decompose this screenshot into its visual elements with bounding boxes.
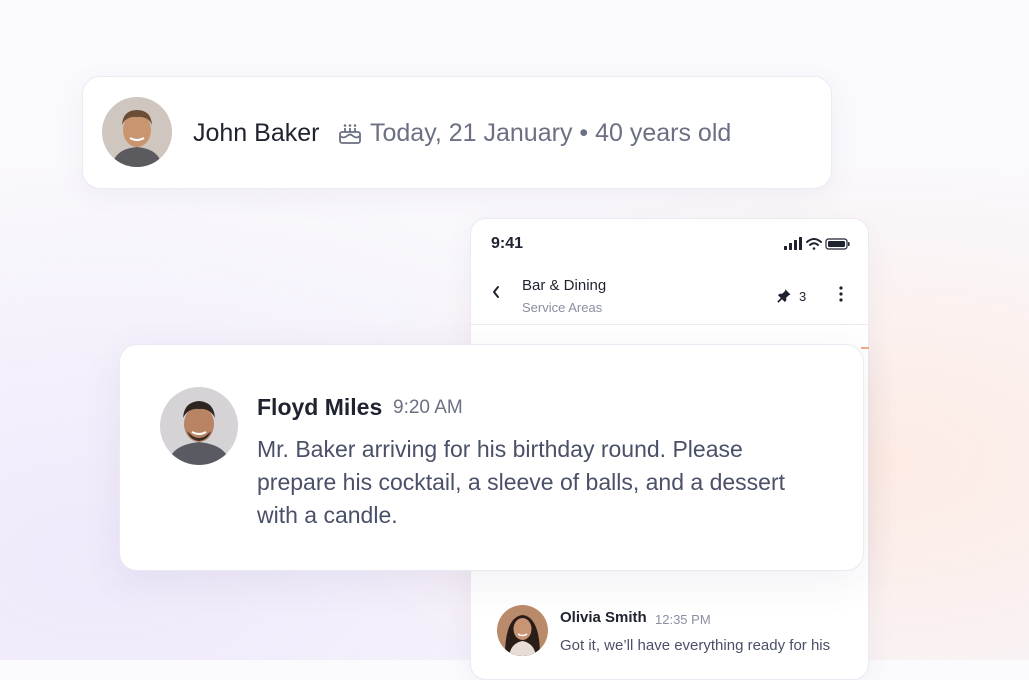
birthday-card: John Baker Today, 21 January • 40 years … [82,76,832,189]
message-text: Got it, we’ll have everything ready for … [560,637,831,654]
message-time: 12:35 PM [655,612,711,627]
message-text: Mr. Baker arriving for his birthday roun… [257,436,786,528]
wifi-icon [806,238,822,250]
pin-icon[interactable] [776,288,792,304]
accent-line [861,347,869,349]
battery-icon [825,238,850,250]
channel-title: Bar & Dining [522,277,607,294]
message-author: Floyd Miles [257,394,383,420]
more-vertical-icon[interactable] [836,285,846,303]
birthday-date: Today, 21 January • 40 years old [370,119,732,147]
cake-icon [339,124,361,144]
chevron-left-icon [493,286,499,298]
header-divider [471,324,868,325]
message-time: 9:20 AM [393,397,463,418]
message-card: Floyd Miles 9:20 AM Mr. Baker arriving f… [119,344,864,571]
avatar[interactable] [102,97,172,167]
signal-icon [784,237,802,250]
message-author: Olivia Smith [560,609,647,626]
avatar[interactable] [497,605,548,656]
avatar[interactable] [160,387,238,465]
channel-subtitle: Service Areas [522,300,603,315]
status-icons [784,237,850,250]
status-time: 9:41 [491,235,524,252]
guest-name: John Baker [193,119,320,147]
back-button[interactable] [491,285,501,304]
pin-count: 3 [799,289,807,304]
